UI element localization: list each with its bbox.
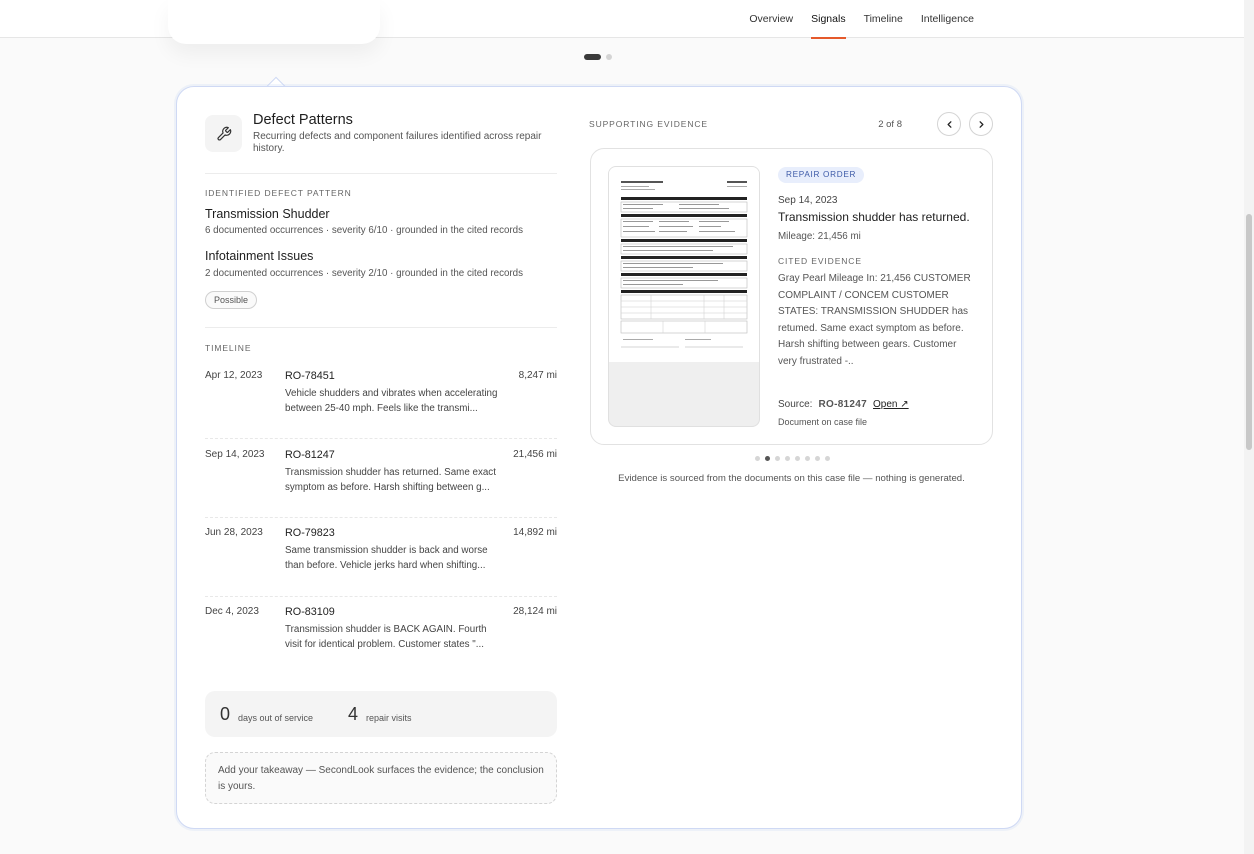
tab-timeline[interactable]: Timeline: [864, 0, 903, 38]
evidence-title: Transmission shudder has returned.: [778, 210, 970, 224]
pattern-name: Transmission Shudder: [205, 207, 330, 221]
scrollbar-thumb[interactable]: [1246, 214, 1252, 450]
timeline-miles: 14,892 mi: [513, 527, 557, 538]
evidence-pagination: [755, 456, 830, 461]
patterns-section-label: IDENTIFIED DEFECT PATTERN: [205, 188, 352, 198]
takeaway-input[interactable]: Add your takeaway — SecondLook surfaces …: [205, 752, 557, 804]
timeline-row[interactable]: Jun 28, 2023 RO-79823 Same transmission …: [205, 527, 557, 597]
timeline-date: Sep 14, 2023: [205, 449, 265, 460]
evidence-footnote: Evidence is sourced from the documents o…: [618, 473, 965, 484]
card-title: Defect Patterns: [253, 112, 353, 128]
evidence-section-label: SUPPORTING EVIDENCE: [589, 119, 708, 129]
timeline-miles: 28,124 mi: [513, 606, 557, 617]
repair-visits-label: repair visits: [366, 713, 412, 723]
timeline-desc: Same transmission shudder is back and wo…: [285, 545, 488, 571]
timeline-row[interactable]: Apr 12, 2023 RO-78451 Vehicle shudders a…: [205, 370, 557, 439]
timeline-miles: 8,247 mi: [518, 370, 557, 381]
confidence-pill: Possible: [205, 291, 258, 309]
prev-evidence-button[interactable]: [937, 112, 961, 136]
evidence-source: Source: RO-81247 Open ↗: [778, 399, 909, 410]
evidence-card: REPAIR ORDER Sep 14, 2023 Transmission s…: [590, 148, 993, 445]
timeline-desc: Transmission shudder has returned. Same …: [285, 467, 496, 493]
timeline-miles: 21,456 mi: [513, 449, 557, 460]
header-shadow: [168, 0, 380, 44]
open-document-link[interactable]: Open ↗: [873, 399, 909, 410]
tab-overview[interactable]: Overview: [749, 0, 793, 38]
document-thumbnail[interactable]: [608, 166, 760, 427]
timeline-date: Dec 4, 2023: [205, 606, 259, 617]
timeline-section-label: TIMELINE: [205, 343, 252, 353]
days-out-label: days out of service: [238, 713, 314, 723]
divider: [205, 173, 557, 174]
source-label: Source:: [778, 399, 813, 410]
pattern-name: Infotainment Issues: [205, 249, 314, 263]
evidence-date: Sep 14, 2023: [778, 195, 838, 206]
pattern-meta: 6 documented occurrences · severity 6/10…: [205, 225, 524, 236]
timeline-ro: RO-83109: [285, 606, 335, 618]
evidence-dot[interactable]: [755, 456, 760, 461]
evidence-counter: 2 of 8: [878, 119, 902, 130]
timeline-date: Jun 28, 2023: [205, 527, 263, 538]
timeline-desc: Transmission shudder is BACK AGAIN. Four…: [285, 624, 487, 650]
timeline-ro: RO-79823: [285, 527, 335, 539]
wrench-icon: [205, 115, 242, 152]
top-bar: Overview Signals Timeline Intelligence: [0, 0, 1244, 44]
divider: [205, 327, 557, 328]
pattern-meta: 2 documented occurrences · severity 2/10…: [205, 268, 524, 279]
defect-patterns-card: Defect Patterns Recurring defects and co…: [176, 86, 1022, 829]
page-scrollbar[interactable]: [1244, 0, 1254, 854]
cited-evidence-text: Gray Pearl Mileage In: 21,456 CUSTOMER C…: [778, 273, 971, 367]
document-page-preview: [609, 167, 759, 362]
repair-visits-value: 4: [348, 704, 359, 724]
evidence-dot-active[interactable]: [765, 456, 770, 461]
evidence-dot[interactable]: [815, 456, 820, 461]
stats-panel: 0 days out of service 4 repair visits: [205, 691, 557, 737]
evidence-dot[interactable]: [825, 456, 830, 461]
document-note: Document on case file: [778, 417, 868, 427]
timeline-row[interactable]: Dec 4, 2023 RO-83109 Transmission shudde…: [205, 606, 557, 676]
chevron-right-icon: [979, 120, 983, 128]
chevron-left-icon: [947, 120, 951, 128]
evidence-mileage: Mileage: 21,456 mi: [778, 231, 861, 242]
pager-dot[interactable]: [606, 54, 612, 60]
document-preview-graphic: [620, 181, 748, 348]
evidence-dot[interactable]: [795, 456, 800, 461]
evidence-dot[interactable]: [805, 456, 810, 461]
pager-dot-active[interactable]: [584, 54, 601, 60]
evidence-dot[interactable]: [785, 456, 790, 461]
timeline-ro: RO-78451: [285, 370, 335, 382]
timeline-desc: Vehicle shudders and vibrates when accel…: [285, 388, 498, 414]
tab-intelligence[interactable]: Intelligence: [921, 0, 974, 38]
tab-signals[interactable]: Signals: [811, 0, 847, 39]
timeline-date: Apr 12, 2023: [205, 370, 263, 381]
next-evidence-button[interactable]: [969, 112, 993, 136]
card-pager: [584, 54, 612, 60]
days-out-value: 0: [220, 704, 231, 724]
document-type-badge: REPAIR ORDER: [778, 167, 865, 183]
card-subtitle: Recurring defects and component failures…: [253, 131, 542, 154]
section-tabs: Overview Signals Timeline Intelligence: [749, 0, 974, 39]
evidence-dot[interactable]: [775, 456, 780, 461]
timeline-row[interactable]: Sep 14, 2023 RO-81247 Transmission shudd…: [205, 449, 557, 518]
source-ro: RO-81247: [818, 399, 868, 410]
timeline-ro: RO-81247: [285, 449, 335, 461]
cited-evidence-label: CITED EVIDENCE: [778, 256, 862, 266]
